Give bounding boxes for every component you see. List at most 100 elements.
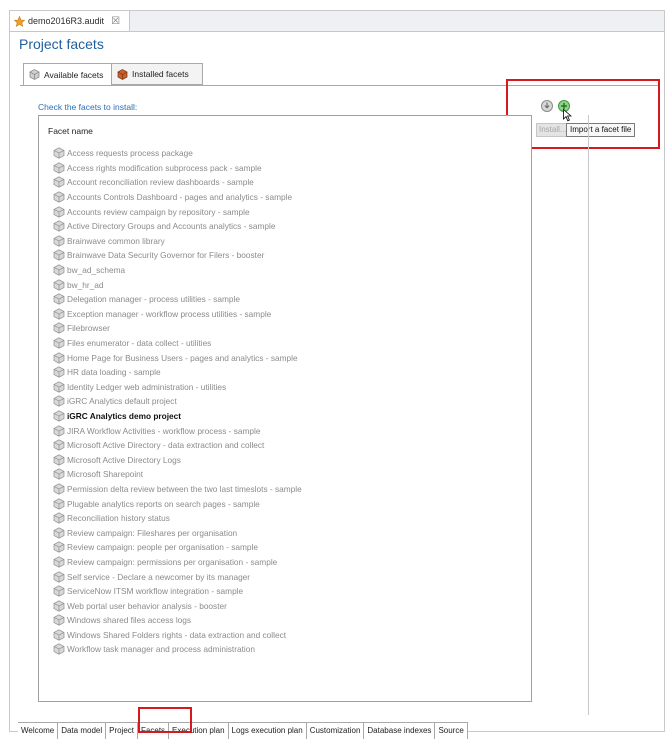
- facet-cube-icon[interactable]: [53, 191, 65, 203]
- facet-row-label: Web portal user behavior analysis - boos…: [67, 600, 227, 611]
- facet-row[interactable]: Filebrowser: [39, 321, 531, 336]
- facet-row-label: HR data loading - sample: [67, 367, 161, 378]
- facet-row[interactable]: Exception manager - workflow process uti…: [39, 307, 531, 322]
- facet-row[interactable]: Reconciliation history status: [39, 511, 531, 526]
- facet-row[interactable]: Files enumerator - data collect - utilit…: [39, 336, 531, 351]
- facet-row[interactable]: bw_ad_schema: [39, 263, 531, 278]
- facet-row[interactable]: Web portal user behavior analysis - boos…: [39, 598, 531, 613]
- facet-cube-icon[interactable]: [53, 527, 65, 539]
- tab-customization[interactable]: Customization: [306, 723, 365, 739]
- facet-cube-icon[interactable]: [53, 279, 65, 291]
- facet-row[interactable]: Access rights modification subprocess pa…: [39, 161, 531, 176]
- facet-row-label: Active Directory Groups and Accounts ana…: [67, 221, 276, 232]
- facet-cube-icon[interactable]: [53, 424, 65, 437]
- facet-cube-icon[interactable]: [53, 468, 65, 480]
- facet-cube-icon[interactable]: [53, 395, 65, 407]
- facet-row[interactable]: Home Page for Business Users - pages and…: [39, 350, 531, 365]
- facet-row-label: Review campaign: permissions per organis…: [67, 556, 278, 567]
- facet-cube-icon[interactable]: [53, 308, 65, 320]
- facet-row-label: bw_hr_ad: [67, 279, 104, 290]
- facet-row[interactable]: Delegation manager - process utilities -…: [39, 292, 531, 307]
- facet-row[interactable]: Microsoft Active Directory - data extrac…: [39, 438, 531, 453]
- facet-cube-icon[interactable]: [53, 352, 65, 364]
- facet-cube-icon[interactable]: [53, 410, 65, 422]
- editor-bottom-tabs: Welcome Data model Project Facets Execution …: [18, 722, 468, 740]
- facet-cube-icon[interactable]: [53, 556, 65, 568]
- facet-row[interactable]: Plugable analytics reports on search pag…: [39, 496, 531, 511]
- facet-cube-icon[interactable]: [53, 162, 65, 174]
- facet-cube-icon[interactable]: [53, 614, 65, 626]
- facet-row[interactable]: Permission delta review between the two …: [39, 482, 531, 497]
- facet-row[interactable]: Identity Ledger web administration - uti…: [39, 380, 531, 395]
- facet-row-label: bw_ad_schema: [67, 265, 126, 276]
- facet-cube-icon[interactable]: [53, 600, 65, 612]
- close-tab-icon[interactable]: ☒: [111, 16, 120, 27]
- facet-cube-icon[interactable]: [53, 483, 65, 495]
- facet-row-label: Reconciliation history status: [67, 513, 170, 524]
- facet-cube-icon[interactable]: [53, 366, 65, 378]
- facet-cube-icon[interactable]: [53, 206, 65, 218]
- facet-row[interactable]: Windows shared files access logs: [39, 613, 531, 628]
- tab-welcome[interactable]: Welcome: [18, 723, 59, 739]
- facet-cube-icon[interactable]: [53, 220, 65, 232]
- facet-cube-icon[interactable]: [53, 497, 65, 510]
- facet-row-label: Windows Shared Folders rights - data ext…: [67, 629, 287, 640]
- facet-row[interactable]: Microsoft Active Directory Logs: [39, 452, 531, 467]
- facet-row[interactable]: Windows Shared Folders rights - data ext…: [39, 628, 531, 643]
- facet-row[interactable]: Microsoft Sharepoint: [39, 467, 531, 482]
- editor-tab-demo-audit[interactable]: demo2016R3.audit ☒: [10, 11, 130, 31]
- tab-source[interactable]: Source: [435, 723, 468, 739]
- tab-available-facets[interactable]: Available facets: [23, 63, 123, 86]
- tab-installed-facets[interactable]: Installed facets: [111, 63, 203, 85]
- panel-divider: [588, 115, 589, 715]
- facet-row[interactable]: Review campaign: permissions per organis…: [39, 555, 531, 570]
- facet-row[interactable]: Brainwave common library: [39, 234, 531, 249]
- facet-cube-icon[interactable]: [53, 454, 65, 466]
- facet-cube-icon[interactable]: [53, 176, 65, 189]
- facet-list-panel: Facet name Access requests process packa…: [38, 115, 532, 702]
- facet-row[interactable]: JIRA Workflow Activities - workflow proc…: [39, 423, 531, 438]
- facet-row[interactable]: Access requests process package: [39, 146, 531, 161]
- facet-row[interactable]: Brainwave Data Security Governor for Fil…: [39, 248, 531, 263]
- facet-cube-icon[interactable]: [53, 585, 65, 597]
- facet-row[interactable]: iGRC Analytics demo project: [39, 409, 531, 424]
- facet-row[interactable]: Accounts Controls Dashboard - pages and …: [39, 190, 531, 205]
- facet-cube-icon[interactable]: [53, 512, 65, 524]
- facet-row[interactable]: Accounts review campaign by repository -…: [39, 204, 531, 219]
- facet-cube-icon[interactable]: [53, 439, 65, 451]
- facet-cube-icon[interactable]: [53, 643, 65, 656]
- facet-row[interactable]: ServiceNow ITSM workflow integration - s…: [39, 584, 531, 599]
- facet-row-label: Microsoft Active Directory - data extrac…: [67, 440, 265, 451]
- facet-row[interactable]: HR data loading - sample: [39, 365, 531, 380]
- tab-execution-plan[interactable]: Execution plan: [169, 723, 229, 739]
- facet-row-label: JIRA Workflow Activities - workflow proc…: [67, 425, 261, 436]
- facet-cube-icon[interactable]: [53, 381, 65, 393]
- facet-row[interactable]: Active Directory Groups and Accounts ana…: [39, 219, 531, 234]
- facet-row[interactable]: Review campaign: Fileshares per organisa…: [39, 525, 531, 540]
- facet-cube-icon[interactable]: [53, 570, 65, 583]
- tab-data-model[interactable]: Data model: [58, 723, 107, 739]
- facet-row[interactable]: bw_hr_ad: [39, 277, 531, 292]
- install-icon[interactable]: [540, 99, 554, 113]
- facet-row-label: Identity Ledger web administration - uti…: [67, 381, 227, 392]
- tab-project[interactable]: Project: [106, 723, 139, 739]
- facet-row[interactable]: Account reconciliation review dashboards…: [39, 175, 531, 190]
- tab-database-indexes[interactable]: Database indexes: [364, 723, 436, 739]
- facet-cube-icon[interactable]: [53, 235, 65, 247]
- facet-cube-icon[interactable]: [53, 147, 65, 159]
- facet-cube-icon[interactable]: [53, 249, 65, 262]
- tab-logs-execution-plan[interactable]: Logs execution plan: [228, 723, 307, 739]
- tab-facets[interactable]: Facets: [138, 723, 170, 739]
- facet-row-label: iGRC Analytics default project: [67, 396, 177, 407]
- facet-cube-icon[interactable]: [53, 293, 65, 305]
- facet-cube-icon[interactable]: [53, 264, 65, 276]
- facet-row[interactable]: Review campaign: people per organisation…: [39, 540, 531, 555]
- facet-cube-icon[interactable]: [53, 337, 65, 349]
- facet-row-label: Accounts Controls Dashboard - pages and …: [67, 192, 293, 203]
- facet-cube-icon[interactable]: [53, 541, 65, 553]
- facet-row[interactable]: iGRC Analytics default project: [39, 394, 531, 409]
- facet-row[interactable]: Self service - Declare a newcomer by its…: [39, 569, 531, 584]
- facet-cube-icon[interactable]: [53, 322, 65, 335]
- facet-row[interactable]: Workflow task manager and process admini…: [39, 642, 531, 657]
- facet-cube-icon[interactable]: [53, 629, 65, 641]
